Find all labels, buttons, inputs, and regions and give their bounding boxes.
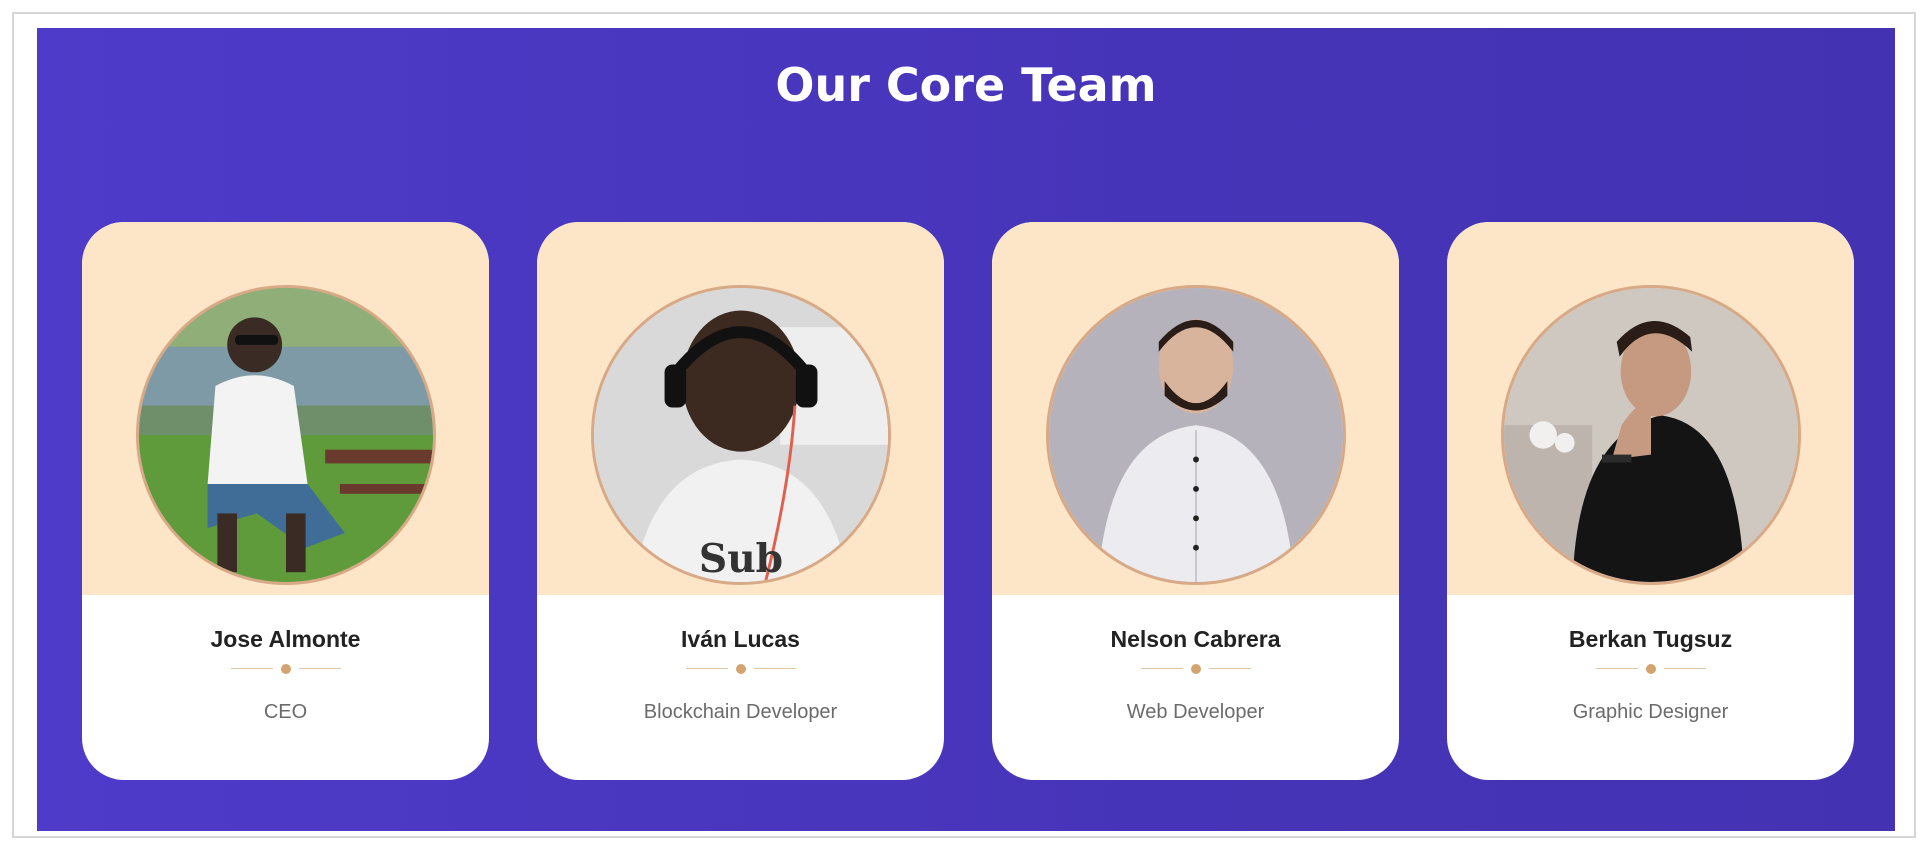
person-photo-headphones: Sub [593, 288, 888, 582]
member-role: CEO [263, 701, 308, 723]
member-name: Iván Lucas [681, 626, 800, 652]
team-card-nelson-cabrera[interactable]: Nelson Cabrera Web Developer [992, 222, 1399, 780]
divider [1595, 663, 1706, 675]
card-photo-area [992, 222, 1399, 595]
divider [1140, 663, 1251, 675]
team-card-jose-almonte[interactable]: Jose Almonte CEO [82, 222, 489, 780]
section-title: Our Core Team [775, 58, 1157, 112]
member-role: Web Developer [1126, 701, 1265, 723]
member-name: Nelson Cabrera [1110, 626, 1281, 652]
card-photo-area [1447, 222, 1854, 595]
avatar [135, 285, 436, 585]
card-photo-area [82, 222, 489, 595]
person-photo-white-shirt [1048, 288, 1343, 582]
team-section: Our Core Team Jose Almonte CEO Sub Iván … [37, 28, 1895, 831]
svg-text:Sub: Sub [698, 536, 782, 582]
divider [230, 663, 341, 675]
divider [685, 663, 796, 675]
avatar [1500, 285, 1801, 585]
avatar: Sub [590, 285, 891, 585]
member-name: Jose Almonte [210, 626, 361, 652]
card-photo-area: Sub [537, 222, 944, 595]
team-card-ivan-lucas[interactable]: Sub Iván Lucas Blockchain Developer [537, 222, 944, 780]
member-role: Blockchain Developer [643, 701, 838, 723]
member-name: Berkan Tugsuz [1568, 626, 1733, 652]
member-role: Graphic Designer [1572, 701, 1729, 723]
team-card-berkan-tugsuz[interactable]: Berkan Tugsuz Graphic Designer [1447, 222, 1854, 780]
person-photo-outdoor [138, 288, 433, 582]
person-photo-black-shirt [1503, 288, 1798, 582]
avatar [1045, 285, 1346, 585]
